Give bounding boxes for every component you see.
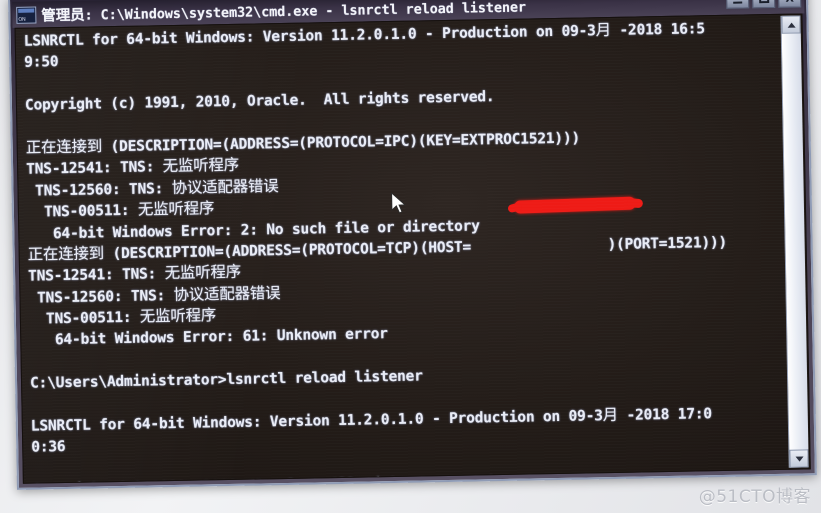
vertical-scrollbar[interactable] [780, 15, 809, 468]
screen-photo: 管理员: C:\Windows\system32\cmd.exe - lsnrc… [0, 0, 821, 513]
console-output-area[interactable]: LSNRCTL for 64-bit Windows: Version 11.2… [14, 13, 811, 484]
site-watermark: @51CTO博客 [698, 487, 811, 507]
scroll-down-button[interactable] [789, 449, 809, 468]
scroll-up-button[interactable] [781, 15, 801, 34]
close-button[interactable]: X [777, 0, 802, 8]
minimize-icon [733, 1, 743, 4]
maximize-icon [758, 0, 769, 4]
window-title-cn: 管理员 [41, 7, 85, 24]
chevron-up-icon [787, 22, 796, 28]
window-frame: 管理员: C:\Windows\system32\cmd.exe - lsnrc… [8, 0, 817, 490]
maximize-button[interactable] [751, 0, 776, 9]
cmd-console-icon [16, 5, 37, 24]
chevron-down-icon [795, 456, 804, 462]
scrollbar-track[interactable] [781, 33, 809, 450]
console-text: LSNRCTL for 64-bit Windows: Version 11.2… [24, 17, 785, 484]
minimize-button[interactable] [725, 0, 750, 9]
cmd-console-window[interactable]: 管理员: C:\Windows\system32\cmd.exe - lsnrc… [8, 0, 817, 490]
close-icon: X [785, 0, 794, 5]
window-controls[interactable]: X [725, 0, 802, 9]
